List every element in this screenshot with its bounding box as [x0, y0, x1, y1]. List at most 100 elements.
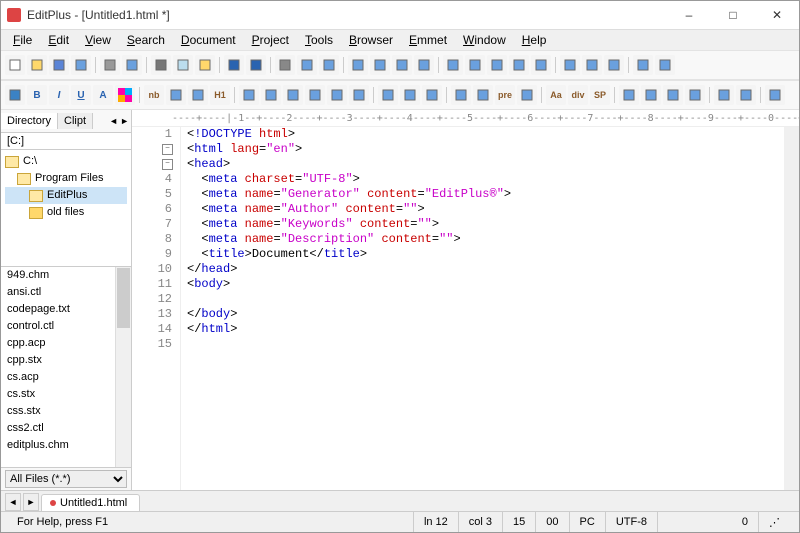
task2-button[interactable]	[736, 85, 756, 105]
globe-button[interactable]	[5, 85, 25, 105]
wrap-button[interactable]	[348, 55, 368, 75]
new-button[interactable]	[5, 55, 25, 75]
sidebar-tab-directory[interactable]: Directory	[1, 113, 58, 129]
file-item[interactable]: control.ctl	[1, 318, 131, 335]
file-item[interactable]: cpp.acp	[1, 335, 131, 352]
col-button[interactable]	[422, 85, 442, 105]
tab-prev-button[interactable]: ◄	[5, 493, 21, 511]
code-text[interactable]: <!DOCTYPE html><html lang="en"><head> <m…	[181, 127, 799, 490]
menu-document[interactable]: Document	[173, 31, 244, 49]
play-button[interactable]	[531, 55, 551, 75]
bullets-button[interactable]	[239, 85, 259, 105]
minimize-button[interactable]: –	[667, 1, 711, 29]
file-item[interactable]: cs.stx	[1, 386, 131, 403]
file-item[interactable]: cs.acp	[1, 369, 131, 386]
file-item[interactable]: css.stx	[1, 403, 131, 420]
open-button[interactable]	[27, 55, 47, 75]
task1-button[interactable]	[714, 85, 734, 105]
copy-button[interactable]	[173, 55, 193, 75]
maximize-button[interactable]: □	[711, 1, 755, 29]
tree-item[interactable]: C:\	[5, 153, 127, 170]
tree-item[interactable]: old files	[5, 204, 127, 221]
menu-project[interactable]: Project	[244, 31, 297, 49]
rollup-button[interactable]	[663, 85, 683, 105]
panel2-button[interactable]	[582, 55, 602, 75]
find-button[interactable]	[275, 55, 295, 75]
row-button[interactable]	[400, 85, 420, 105]
palette-button[interactable]	[115, 85, 135, 105]
form-button[interactable]	[451, 85, 471, 105]
anchor-button[interactable]	[166, 85, 186, 105]
drive-selector[interactable]: [C:]	[1, 133, 131, 150]
nb-button[interactable]: nb	[144, 85, 164, 105]
chm-button[interactable]	[487, 55, 507, 75]
saveall-button[interactable]	[71, 55, 91, 75]
file-item[interactable]: cpp.stx	[1, 352, 131, 369]
mail-button[interactable]	[188, 85, 208, 105]
cascade-button[interactable]	[655, 55, 675, 75]
record-button[interactable]	[509, 55, 529, 75]
menu-file[interactable]: File	[5, 31, 40, 49]
H1-button[interactable]: H1	[210, 85, 230, 105]
goto-button[interactable]	[319, 55, 339, 75]
menu-tools[interactable]: Tools	[297, 31, 341, 49]
save-button[interactable]	[49, 55, 69, 75]
fold-toggle-icon[interactable]: −	[162, 159, 173, 170]
browse-button[interactable]	[465, 55, 485, 75]
editor-scrollbar[interactable]	[784, 127, 799, 490]
div-button[interactable]: div	[568, 85, 588, 105]
sidebar-tab-cliptext[interactable]: Clipt	[58, 113, 93, 129]
file-item[interactable]: ansi.ctl	[1, 284, 131, 301]
file-filter-select[interactable]: All Files (*.*)	[5, 470, 127, 488]
panel3-button[interactable]	[604, 55, 624, 75]
edit-button[interactable]	[619, 85, 639, 105]
file-item[interactable]: codepage.txt	[1, 301, 131, 318]
menu-view[interactable]: View	[77, 31, 119, 49]
numbers-button[interactable]	[261, 85, 281, 105]
menu-window[interactable]: Window	[455, 31, 514, 49]
tree-item[interactable]: EditPlus	[5, 187, 127, 204]
tbl-button[interactable]	[378, 85, 398, 105]
I-button[interactable]: I	[49, 85, 69, 105]
task3-button[interactable]	[765, 85, 785, 105]
tree-item[interactable]: Program Files	[5, 170, 127, 187]
menu-browser[interactable]: Browser	[341, 31, 401, 49]
sidebar-nav-right-icon[interactable]: ►	[120, 116, 129, 126]
file-item[interactable]: 949.chm	[1, 267, 131, 284]
resize-grip-icon[interactable]: ⋰	[758, 512, 793, 532]
font-button[interactable]: A	[93, 85, 113, 105]
menu-emmet[interactable]: Emmet	[401, 31, 455, 49]
print-button[interactable]	[100, 55, 120, 75]
sub-button[interactable]	[349, 85, 369, 105]
wand-button[interactable]	[641, 85, 661, 105]
tab-next-button[interactable]: ►	[23, 493, 39, 511]
U-button[interactable]: U	[71, 85, 91, 105]
replace-button[interactable]	[297, 55, 317, 75]
tile-button[interactable]	[633, 55, 653, 75]
pre-button[interactable]: pre	[495, 85, 515, 105]
document-tab[interactable]: Untitled1.html	[41, 494, 140, 511]
Aa-button[interactable]: Aa	[546, 85, 566, 105]
menu-edit[interactable]: Edit	[40, 31, 77, 49]
file-list-scrollbar[interactable]	[115, 267, 131, 467]
undo-button[interactable]	[224, 55, 244, 75]
input-button[interactable]	[473, 85, 493, 105]
sidebar-nav-left-icon[interactable]: ◄	[109, 116, 118, 126]
spell-button[interactable]	[443, 55, 463, 75]
image-button[interactable]	[305, 85, 325, 105]
ws-button[interactable]	[370, 55, 390, 75]
fold-toggle-icon[interactable]: −	[162, 144, 173, 155]
cut-button[interactable]	[151, 55, 171, 75]
guides-button[interactable]	[414, 55, 434, 75]
preview-button[interactable]	[122, 55, 142, 75]
sup-button[interactable]	[327, 85, 347, 105]
panel-button[interactable]	[560, 55, 580, 75]
file-item[interactable]: editplus.chm	[1, 437, 131, 454]
B-button[interactable]: B	[27, 85, 47, 105]
SP-button[interactable]: SP	[590, 85, 610, 105]
file-item[interactable]: css2.ctl	[1, 420, 131, 437]
menu-help[interactable]: Help	[514, 31, 555, 49]
paste-button[interactable]	[195, 55, 215, 75]
redo-button[interactable]	[246, 55, 266, 75]
indent-button[interactable]	[392, 55, 412, 75]
